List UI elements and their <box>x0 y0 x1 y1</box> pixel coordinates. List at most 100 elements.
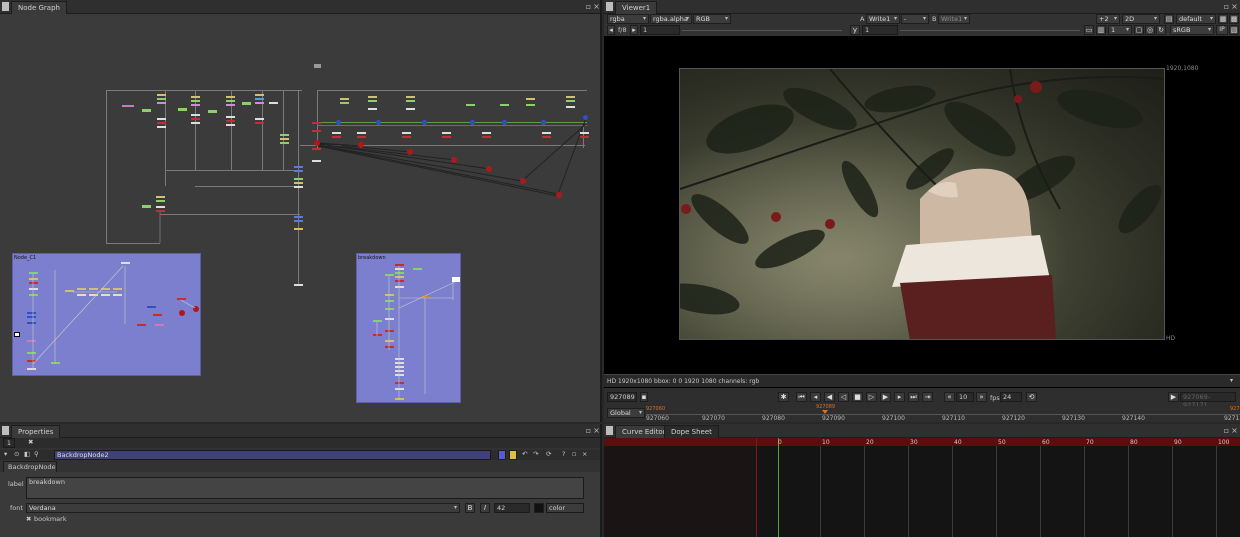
node-stack[interactable] <box>580 136 589 138</box>
node-blue[interactable] <box>294 166 303 168</box>
pin-icon[interactable]: ⚲ <box>34 450 39 459</box>
clear-panels-icon[interactable]: ✖ <box>28 438 33 447</box>
tab-node-graph[interactable]: Node Graph <box>11 1 67 14</box>
dot-node[interactable] <box>451 157 457 163</box>
node-green[interactable] <box>142 205 151 208</box>
node-green[interactable] <box>178 108 187 111</box>
label-textarea[interactable]: breakdown <box>26 477 584 499</box>
node-stack[interactable] <box>157 102 166 104</box>
node-blue[interactable] <box>294 186 303 188</box>
node-stack[interactable] <box>312 160 321 162</box>
dot-node[interactable] <box>336 120 341 125</box>
node-stack[interactable] <box>255 98 264 100</box>
node-pink[interactable] <box>122 105 134 107</box>
node-stack[interactable] <box>156 206 165 208</box>
viewer-canvas[interactable]: 1920,1080 HD <box>604 36 1240 374</box>
timeline-ruler[interactable]: Global 927060 927089 927171 927060 92707… <box>604 404 1240 422</box>
node-stack[interactable] <box>255 122 264 124</box>
node-stack[interactable] <box>482 132 491 134</box>
status-dropdown-icon[interactable]: ▾ <box>1230 376 1233 385</box>
tile-color-swatch[interactable] <box>498 450 506 460</box>
input-process-button[interactable]: IP <box>1216 25 1228 35</box>
node-stack[interactable] <box>156 210 165 212</box>
gain-slider[interactable] <box>682 30 842 31</box>
node-stack[interactable] <box>482 136 491 138</box>
current-frame-field[interactable]: 927089 <box>607 392 637 402</box>
node-stack[interactable] <box>500 104 509 106</box>
panel-menu-icon[interactable] <box>2 426 9 435</box>
node-stack[interactable] <box>226 124 235 126</box>
node-stack[interactable] <box>466 104 475 106</box>
exposure-toggle-icon[interactable]: ◂ <box>607 25 615 35</box>
colorspace-dropdown[interactable]: sRGB <box>1170 25 1214 35</box>
node-white[interactable] <box>294 284 303 286</box>
revert-icon[interactable]: ⟳ <box>546 450 551 459</box>
dot-node[interactable] <box>470 120 475 125</box>
close-icon[interactable]: × <box>592 2 601 11</box>
node-stack[interactable] <box>156 200 165 202</box>
bold-button[interactable]: B <box>465 503 475 513</box>
node-stack[interactable] <box>157 126 166 128</box>
last-frame-icon[interactable]: ⏭ <box>908 392 919 402</box>
step-field[interactable]: 10 <box>956 392 974 402</box>
gamma-slider[interactable] <box>900 30 1080 31</box>
next-frame-icon[interactable]: ▶ <box>880 392 891 402</box>
alpha-channel-dropdown[interactable]: rgba.alpha <box>650 14 692 24</box>
node-stack[interactable] <box>226 104 235 106</box>
node-stack[interactable] <box>526 98 535 100</box>
font-dropdown[interactable]: Verdana <box>26 503 460 513</box>
play-forward-icon[interactable]: ▷ <box>866 392 877 402</box>
prev-frame-icon[interactable]: ◀ <box>824 392 835 402</box>
node-stack[interactable] <box>357 136 366 138</box>
node-stack[interactable] <box>226 100 235 102</box>
undo-icon[interactable]: ↶ <box>522 450 527 459</box>
node-stack[interactable] <box>157 94 166 96</box>
node-stack[interactable] <box>191 114 200 116</box>
node-stack[interactable] <box>566 100 575 102</box>
panel-menu-icon[interactable] <box>606 2 613 11</box>
node-stack[interactable] <box>526 104 535 106</box>
font-color-button[interactable] <box>534 503 544 513</box>
node-stack[interactable] <box>255 118 264 120</box>
node-stack[interactable] <box>226 116 235 118</box>
range-toggle-icon[interactable]: ▶ <box>1168 392 1179 402</box>
dot-node[interactable] <box>358 142 364 148</box>
node-stack[interactable] <box>157 122 166 124</box>
backdrop-node-c1[interactable]: Node_C1 <box>12 253 201 376</box>
pause-render-icon[interactable]: ◎ <box>1145 25 1155 35</box>
first-frame-icon[interactable]: ⏮ <box>796 392 807 402</box>
node-stack[interactable] <box>191 100 200 102</box>
node-class-tab[interactable]: BackdropNode <box>3 461 57 472</box>
node-stack[interactable] <box>255 94 264 96</box>
node-stack[interactable] <box>312 122 321 124</box>
node-green[interactable] <box>208 110 217 113</box>
proxy-icon[interactable]: ▥ <box>1096 25 1106 35</box>
lut-dropdown[interactable]: default <box>1176 14 1216 24</box>
display-channels-dropdown[interactable]: RGB <box>693 14 731 24</box>
node-stack[interactable] <box>566 96 575 98</box>
node-stack[interactable] <box>402 132 411 134</box>
range-field[interactable]: 927069-927171 <box>1180 392 1236 409</box>
node-yellow[interactable] <box>294 228 303 230</box>
italic-button[interactable]: I <box>480 503 490 513</box>
curve-canvas[interactable]: 0 10 20 30 40 50 60 70 80 90 100 <box>604 438 1240 537</box>
node-stack[interactable] <box>340 98 349 100</box>
node-stack[interactable] <box>332 136 341 138</box>
node-name-field[interactable]: BackdropNode2 <box>54 450 491 460</box>
zoom-dropdown[interactable]: +2 <box>1096 14 1120 24</box>
close-icon[interactable]: × <box>1230 2 1239 11</box>
node-stack[interactable] <box>280 134 289 136</box>
dot-node[interactable] <box>486 166 492 172</box>
node-stack[interactable] <box>340 102 349 104</box>
close-icon[interactable]: × <box>592 426 601 435</box>
node-blue[interactable] <box>294 216 303 218</box>
color-button[interactable]: color <box>546 503 584 513</box>
node-stack[interactable] <box>312 148 321 150</box>
node-stack[interactable] <box>442 132 451 134</box>
step-forward-icon[interactable]: » <box>976 392 987 402</box>
node-stack[interactable] <box>191 104 200 106</box>
refresh-icon[interactable]: ↻ <box>1156 25 1166 35</box>
wipe-icon[interactable]: ▦ <box>1218 14 1228 24</box>
max-panels-field[interactable]: 1 <box>3 438 15 448</box>
backdrop-node-breakdown[interactable]: breakdown <box>356 253 461 403</box>
